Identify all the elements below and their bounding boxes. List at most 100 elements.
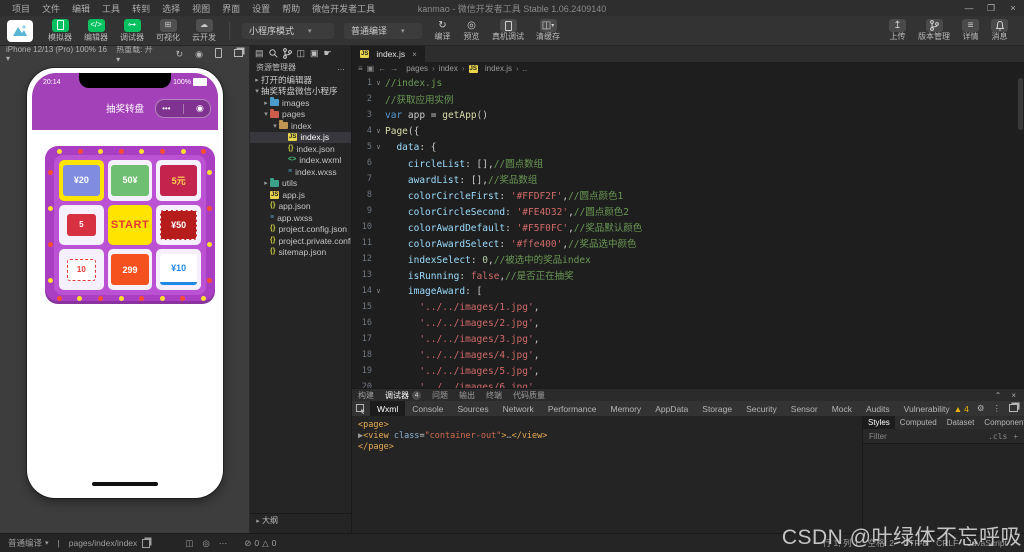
page-path[interactable]: pages/index/index <box>69 538 151 548</box>
copy-icon[interactable] <box>142 539 150 548</box>
editor-scrollbar[interactable] <box>1018 78 1023 130</box>
menu-item[interactable]: 界面 <box>216 2 246 15</box>
more-icon[interactable]: ••• <box>162 104 170 113</box>
module-cloud-dev[interactable]: ☁云开发 <box>187 19 221 43</box>
back-icon[interactable]: ← <box>378 64 386 73</box>
tree-item-index.wxml[interactable]: <>index.wxml <box>250 155 351 167</box>
outline-section[interactable]: ▸ 大纲 <box>250 513 351 527</box>
menu-item[interactable]: 文件 <box>36 2 66 15</box>
gear-icon[interactable]: ⚙ <box>977 403 985 414</box>
action-upload[interactable]: ↥上传 <box>889 19 906 42</box>
menu-item[interactable]: 选择 <box>156 2 186 15</box>
devtools-tab-Sources[interactable]: Sources <box>450 401 495 416</box>
devtools-tab-Vulnerability[interactable]: Vulnerability <box>897 401 957 416</box>
search-icon[interactable] <box>269 49 278 58</box>
fold-icon[interactable]: ∨ <box>372 287 385 295</box>
start-button[interactable]: START <box>108 205 153 246</box>
hot-reload-dropdown[interactable]: 热重载: 开 ▾ <box>116 44 157 64</box>
fold-icon[interactable]: ∨ <box>372 127 385 135</box>
more-icon[interactable]: ⋯ <box>219 538 228 549</box>
coupon-10-red[interactable]: 10 <box>59 249 104 290</box>
forward-icon[interactable]: → <box>390 64 398 73</box>
preview-icon[interactable]: ◎ <box>202 538 209 549</box>
record-icon[interactable]: ◉ <box>195 49 203 60</box>
styles-tab-Component Data[interactable]: Component Data <box>979 416 1024 429</box>
target-icon[interactable]: ◉ <box>196 103 204 114</box>
file-icon[interactable]: ▤ <box>255 48 264 59</box>
collapse-icon[interactable]: ⌃ <box>995 391 1002 400</box>
tree-item-utils[interactable]: ▸utils <box>250 178 351 190</box>
code-editor[interactable]: 1∨//index.js2//获取应用实例3var app = getApp()… <box>352 75 1024 388</box>
close-button[interactable]: × <box>1002 3 1024 14</box>
tree-item-index.wxss[interactable]: ≡index.wxss <box>250 166 351 178</box>
styles-tab-Computed[interactable]: Computed <box>895 416 942 429</box>
panel-tab-问题[interactable]: 问题 <box>432 390 448 401</box>
tree-item-index[interactable]: ▾index <box>250 120 351 132</box>
module-editor[interactable]: </>编辑器 <box>79 19 113 43</box>
hand-icon[interactable]: ☛ <box>324 48 332 59</box>
module-debugger[interactable]: ⊶调试器 <box>115 19 149 43</box>
wxml-node[interactable]: <page> <box>358 419 862 430</box>
panel-tab-终端[interactable]: 终端 <box>486 390 502 401</box>
bookmark-icon[interactable]: ▣ <box>367 64 375 73</box>
maximize-button[interactable]: ❐ <box>980 3 1002 14</box>
devtools-tab-AppData[interactable]: AppData <box>648 401 695 416</box>
minimize-button[interactable]: — <box>958 3 980 14</box>
mode-dropdown[interactable]: 小程序模式▾ <box>242 23 334 39</box>
coupon-5[interactable]: 5 <box>59 205 104 246</box>
breadcrumb-item[interactable]: pages <box>406 64 428 73</box>
filter-input[interactable]: Filter <box>869 432 887 441</box>
action-compile[interactable]: ↻编译 <box>434 19 451 42</box>
cls-button[interactable]: .cls <box>988 432 1007 441</box>
coupon-299[interactable]: 299 <box>108 249 153 290</box>
save-icon[interactable]: ▣ <box>310 48 319 59</box>
problems-counter[interactable]: ⊘0 △0 <box>244 538 276 549</box>
devtools-tab-Network[interactable]: Network <box>496 401 541 416</box>
device-dropdown[interactable]: iPhone 12/13 (Pro) 100% 16 ▾ <box>6 45 110 63</box>
menu-item[interactable]: 微信开发者工具 <box>306 2 381 15</box>
menu-item[interactable]: 项目 <box>6 2 36 15</box>
styles-tab-Styles[interactable]: Styles <box>863 416 895 429</box>
menu-item[interactable]: 转到 <box>126 2 156 15</box>
add-icon[interactable]: + <box>1013 432 1018 441</box>
outline-icon[interactable]: ≡ <box>358 64 363 73</box>
warning-counter[interactable]: ▲ 4 <box>954 404 969 414</box>
tree-item-pages[interactable]: ▾pages <box>250 109 351 121</box>
tree-item-project.private.config.json[interactable]: {}project.private.config.json <box>250 235 351 247</box>
devtools-tab-Wxml[interactable]: Wxml <box>370 401 405 416</box>
menu-item[interactable]: 视图 <box>186 2 216 15</box>
tree-item-sitemap.json[interactable]: {}sitemap.json <box>250 247 351 259</box>
compile-mode-dropdown[interactable]: 普通编译▾ <box>8 537 49 549</box>
tree-item-app.json[interactable]: {}app.json <box>250 201 351 213</box>
tree-section[interactable]: ▸打开的编辑器 <box>250 74 351 86</box>
tree-item-app.js[interactable]: JSapp.js <box>250 189 351 201</box>
device-debug-icon[interactable]: ◫ <box>185 538 193 549</box>
menu-item[interactable]: 工具 <box>96 2 126 15</box>
action-message[interactable]: 消息 <box>991 19 1008 42</box>
capsule-menu[interactable]: ••• ◉ <box>155 99 211 118</box>
devtools-tab-Memory[interactable]: Memory <box>603 401 648 416</box>
devtools-tab-Performance[interactable]: Performance <box>541 401 604 416</box>
more-icon[interactable]: … <box>337 63 345 72</box>
coupon-50-stamp[interactable]: ¥50 <box>156 205 201 246</box>
breadcrumb-item[interactable]: index <box>439 64 458 73</box>
kebab-icon[interactable]: ⋮ <box>993 403 1002 414</box>
action-version-manage[interactable]: 版本管理 <box>918 19 950 42</box>
tab-indexjs[interactable]: JS index.js × <box>352 46 425 62</box>
module-simulator[interactable]: 模拟器 <box>43 19 77 43</box>
tree-item-app.wxss[interactable]: ≡app.wxss <box>250 212 351 224</box>
devtools-tab-Console[interactable]: Console <box>405 401 450 416</box>
coupon-50-green[interactable]: 50¥ <box>108 160 153 201</box>
devtools-tab-Storage[interactable]: Storage <box>695 401 739 416</box>
fold-icon[interactable]: ∨ <box>372 79 385 87</box>
close-icon[interactable]: × <box>412 50 417 59</box>
tree-section[interactable]: ▾抽奖转盘微信小程序 <box>250 86 351 98</box>
panel-tab-构建[interactable]: 构建 <box>358 390 374 401</box>
panel-tab-输出[interactable]: 输出 <box>459 390 475 401</box>
menu-item[interactable]: 设置 <box>246 2 276 15</box>
action-preview[interactable]: ◎预览 <box>463 19 480 42</box>
panel-tab-调试器[interactable]: 调试器4 <box>385 390 421 401</box>
wxml-node[interactable]: </page> <box>358 441 862 452</box>
action-clear-cache[interactable]: ◫ ▾清缓存 <box>536 19 560 42</box>
action-details[interactable]: ≡详情 <box>962 19 979 42</box>
